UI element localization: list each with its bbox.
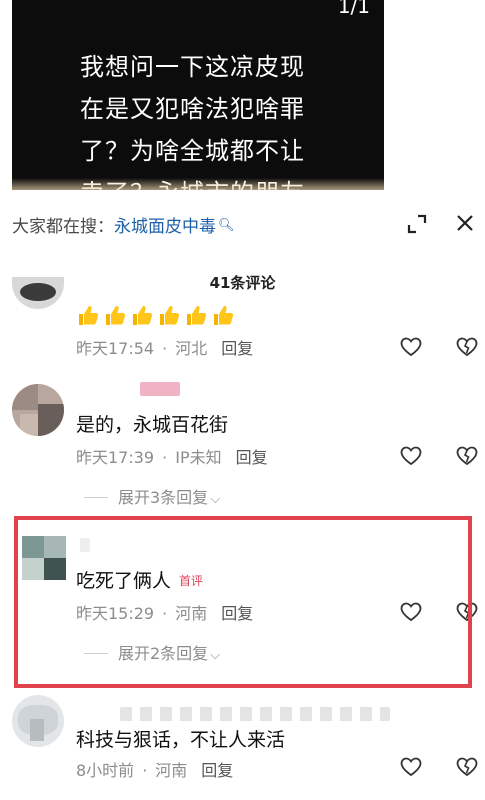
broken-heart-icon[interactable] [456, 337, 478, 357]
thumbs-up-icon [214, 306, 234, 325]
thumbs-up-icon [133, 306, 153, 325]
video-bottom-fade [12, 178, 384, 190]
comment-location: 河南 [175, 604, 208, 623]
comment-item: 吃死了俩人 首评 昨天15:29 · 河南 回复 展开2条回复 ⌵ [0, 536, 485, 676]
broken-heart-icon[interactable] [456, 602, 478, 622]
video-frame[interactable]: 1/1 我想问一下这凉皮现 在是又犯啥法犯啥罪 了？为啥全城都不让 卖了？永城市… [12, 0, 384, 190]
comment-text: 是的，永城百花街 [76, 414, 229, 436]
comment-location: 河北 [175, 339, 208, 358]
avatar[interactable] [12, 384, 64, 436]
reply-button[interactable]: 回复 [221, 604, 253, 623]
username-redacted [120, 707, 390, 721]
heart-icon[interactable] [400, 446, 422, 466]
reply-button[interactable]: 回复 [221, 339, 253, 358]
first-comment-badge: 首评 [179, 574, 204, 588]
broken-heart-icon[interactable] [456, 757, 478, 777]
thumbs-up-icon [160, 306, 180, 325]
heart-icon[interactable] [400, 602, 422, 622]
video-caption: 我想问一下这凉皮现 在是又犯啥法犯啥罪 了？为啥全城都不让 卖了？永城市的朋友 [80, 53, 305, 190]
avatar[interactable] [12, 695, 64, 747]
trending-search-bar[interactable]: 大家都在搜：永城面皮中毒 🔍︎ [12, 212, 235, 237]
image-counter: 1/1 [337, 0, 370, 18]
comment-text: 科技与狠话，不让人来活 [76, 729, 286, 751]
expand-replies-button[interactable]: 展开2条回复 ⌵ [84, 640, 220, 664]
avatar[interactable] [12, 277, 64, 309]
trending-search-label: 大家都在搜： [12, 217, 114, 237]
comment-body: 吃死了俩人 [76, 570, 172, 592]
comment-item: 是的，永城百花街 昨天17:39 · IP未知 回复 展开3条回复 ⌵ [0, 380, 485, 515]
comment-sheet: 大家都在搜：永城面皮中毒🔍︎ 41条评论 👍👍👍👍👍👍 昨天17:54·河北回复 [0, 190, 485, 800]
comment-meta: 昨天17:54 · 河北 回复 [76, 339, 254, 358]
comment-item: 科技与狠话，不让人来活 8小时前 · 河南 回复 [0, 695, 485, 795]
heart-icon[interactable] [400, 337, 422, 357]
broken-heart-icon[interactable] [456, 446, 478, 466]
comment-location: IP未知 [175, 448, 222, 467]
comment-meta: 昨天15:29 · 河南 回复 [76, 604, 254, 623]
avatar[interactable] [22, 536, 66, 580]
expand-replies-button[interactable]: 展开3条回复 ⌵ [84, 484, 220, 508]
reply-button[interactable]: 回复 [236, 448, 268, 467]
trending-search-link[interactable]: 永城面皮中毒 [114, 217, 216, 237]
comment-time: 昨天17:39 [76, 448, 155, 467]
comment-time: 8小时前 [76, 761, 135, 780]
comment-time: 昨天15:29 [76, 604, 155, 623]
video-area: 1/1 我想问一下这凉皮现 在是又犯啥法犯啥罪 了？为啥全城都不让 卖了？永城市… [0, 0, 485, 195]
heart-icon[interactable] [400, 757, 422, 777]
thumbs-up-icon [79, 306, 99, 325]
expand-replies-label: 展开2条回复 [118, 644, 209, 663]
comment-item: 👍👍👍👍👍👍 昨天17:54·河北回复 [0, 277, 485, 365]
comment-time: 昨天17:54 [76, 339, 155, 358]
search-icon: 🔍︎ [218, 218, 235, 233]
comment-meta: 昨天17:39 · IP未知 回复 [76, 448, 268, 467]
username-redacted [80, 538, 90, 552]
expand-icon[interactable] [405, 212, 429, 236]
thumbs-up-icon [106, 306, 126, 325]
divider [84, 497, 108, 498]
comment-text: 👍👍👍👍👍👍 [76, 303, 238, 327]
expand-replies-label: 展开3条回复 [118, 488, 209, 507]
comment-meta: 8小时前 · 河南 回复 [76, 761, 234, 780]
thumbs-up-emoji-row [76, 303, 238, 327]
close-icon[interactable] [454, 212, 476, 234]
thumbs-up-icon [187, 306, 207, 325]
divider [84, 653, 108, 654]
comment-location: 河南 [155, 761, 188, 780]
chevron-down-icon: ⌵ [210, 492, 221, 507]
reply-button[interactable]: 回复 [201, 761, 233, 780]
comment-text: 吃死了俩人 首评 [76, 566, 203, 593]
username-redacted [140, 382, 180, 396]
chevron-down-icon: ⌵ [210, 648, 221, 663]
